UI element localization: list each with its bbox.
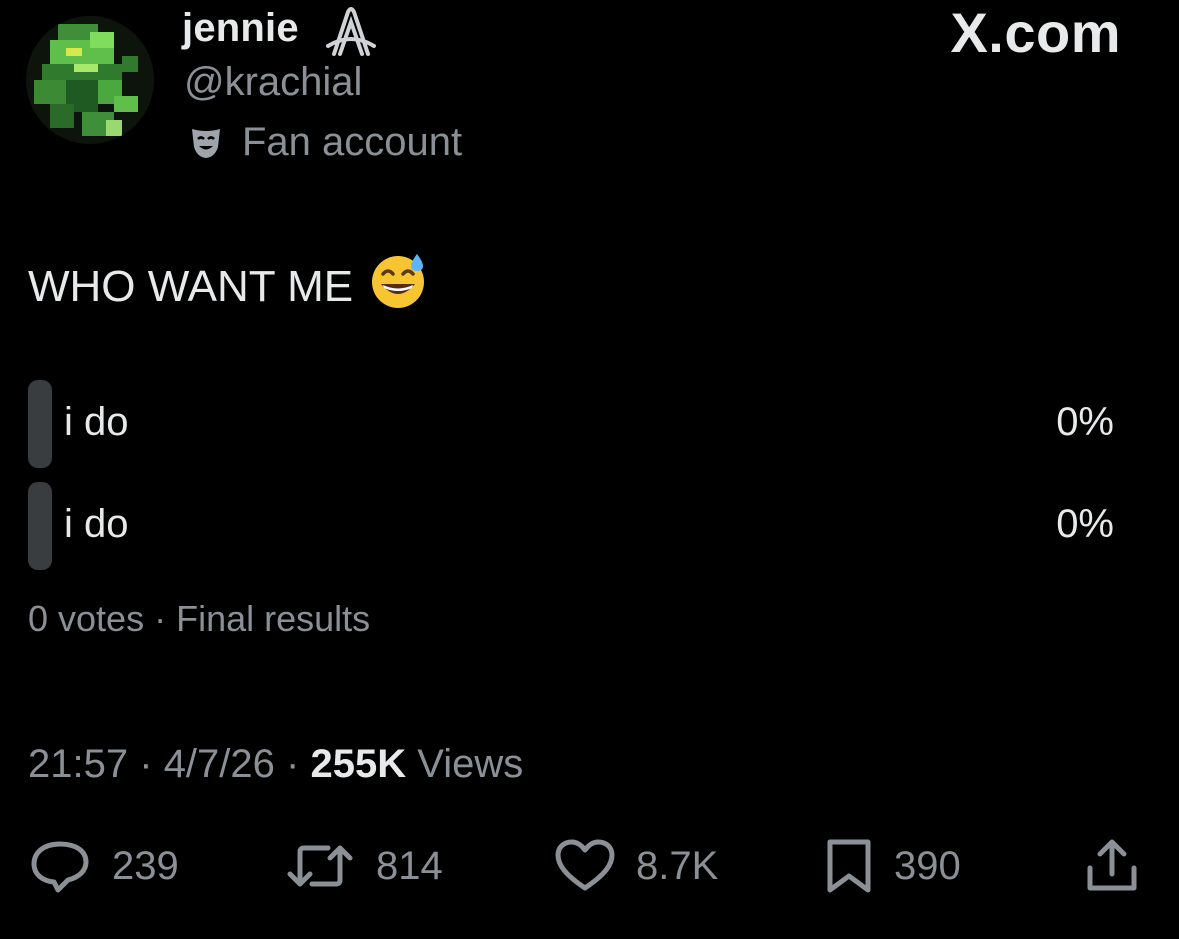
poll-option[interactable]: i do 0% xyxy=(28,380,1118,468)
poll-option-label: i do xyxy=(64,502,129,546)
poll-option[interactable]: i do 0% xyxy=(28,482,1118,570)
repost-button[interactable]: 814 xyxy=(284,838,443,894)
separator-dot: · xyxy=(154,598,167,639)
heart-icon xyxy=(555,839,615,891)
tweet-text: WHO WANT ME xyxy=(28,252,427,321)
bookmark-count: 390 xyxy=(894,843,961,888)
tweet-body: WHO WANT ME xyxy=(28,261,354,311)
pixel-art-avatar-icon xyxy=(26,16,154,144)
poll-summary: 0 votes · Final results xyxy=(28,598,370,640)
sweat-smile-emoji-icon xyxy=(369,252,427,321)
reply-icon xyxy=(31,841,89,893)
bookmark-button[interactable]: 390 xyxy=(824,838,961,894)
poll-option-percent: 0% xyxy=(1056,502,1114,546)
reply-count: 239 xyxy=(112,843,179,888)
theater-mask-icon xyxy=(192,128,220,158)
brand-logo-text: X.com xyxy=(950,1,1121,64)
paperclip-badge-icon[interactable] xyxy=(318,4,384,60)
poll-option-percent: 0% xyxy=(1056,400,1114,444)
avatar[interactable] xyxy=(26,16,154,144)
account-label-text: Fan account xyxy=(242,120,463,164)
tweet-time[interactable]: 21:57 xyxy=(28,742,128,786)
poll-option-label: i do xyxy=(64,400,129,444)
views-label[interactable]: Views xyxy=(417,742,523,786)
bookmark-icon xyxy=(827,839,871,893)
poll-result-bar xyxy=(28,380,52,468)
repost-icon xyxy=(287,845,353,887)
tweet-date[interactable]: 4/7/26 xyxy=(164,742,275,786)
poll-result-bar xyxy=(28,482,52,570)
like-button[interactable]: 8.7K xyxy=(554,838,718,894)
share-button[interactable] xyxy=(1082,838,1142,894)
like-count: 8.7K xyxy=(636,843,719,888)
separator-dot: · xyxy=(286,742,300,786)
repost-count: 814 xyxy=(376,843,443,888)
share-icon xyxy=(1087,839,1137,891)
views-count[interactable]: 255K xyxy=(310,742,406,786)
poll-vote-count: 0 votes xyxy=(28,598,145,639)
display-name[interactable]: jennie xyxy=(182,6,299,51)
tweet-meta: 21:57 · 4/7/26 · 255K Views xyxy=(28,742,523,787)
poll-status: Final results xyxy=(176,598,371,639)
user-handle[interactable]: @krachial xyxy=(184,60,362,105)
separator-dot: · xyxy=(139,742,153,786)
account-label: Fan account xyxy=(188,120,462,165)
reply-button[interactable]: 239 xyxy=(28,838,179,894)
